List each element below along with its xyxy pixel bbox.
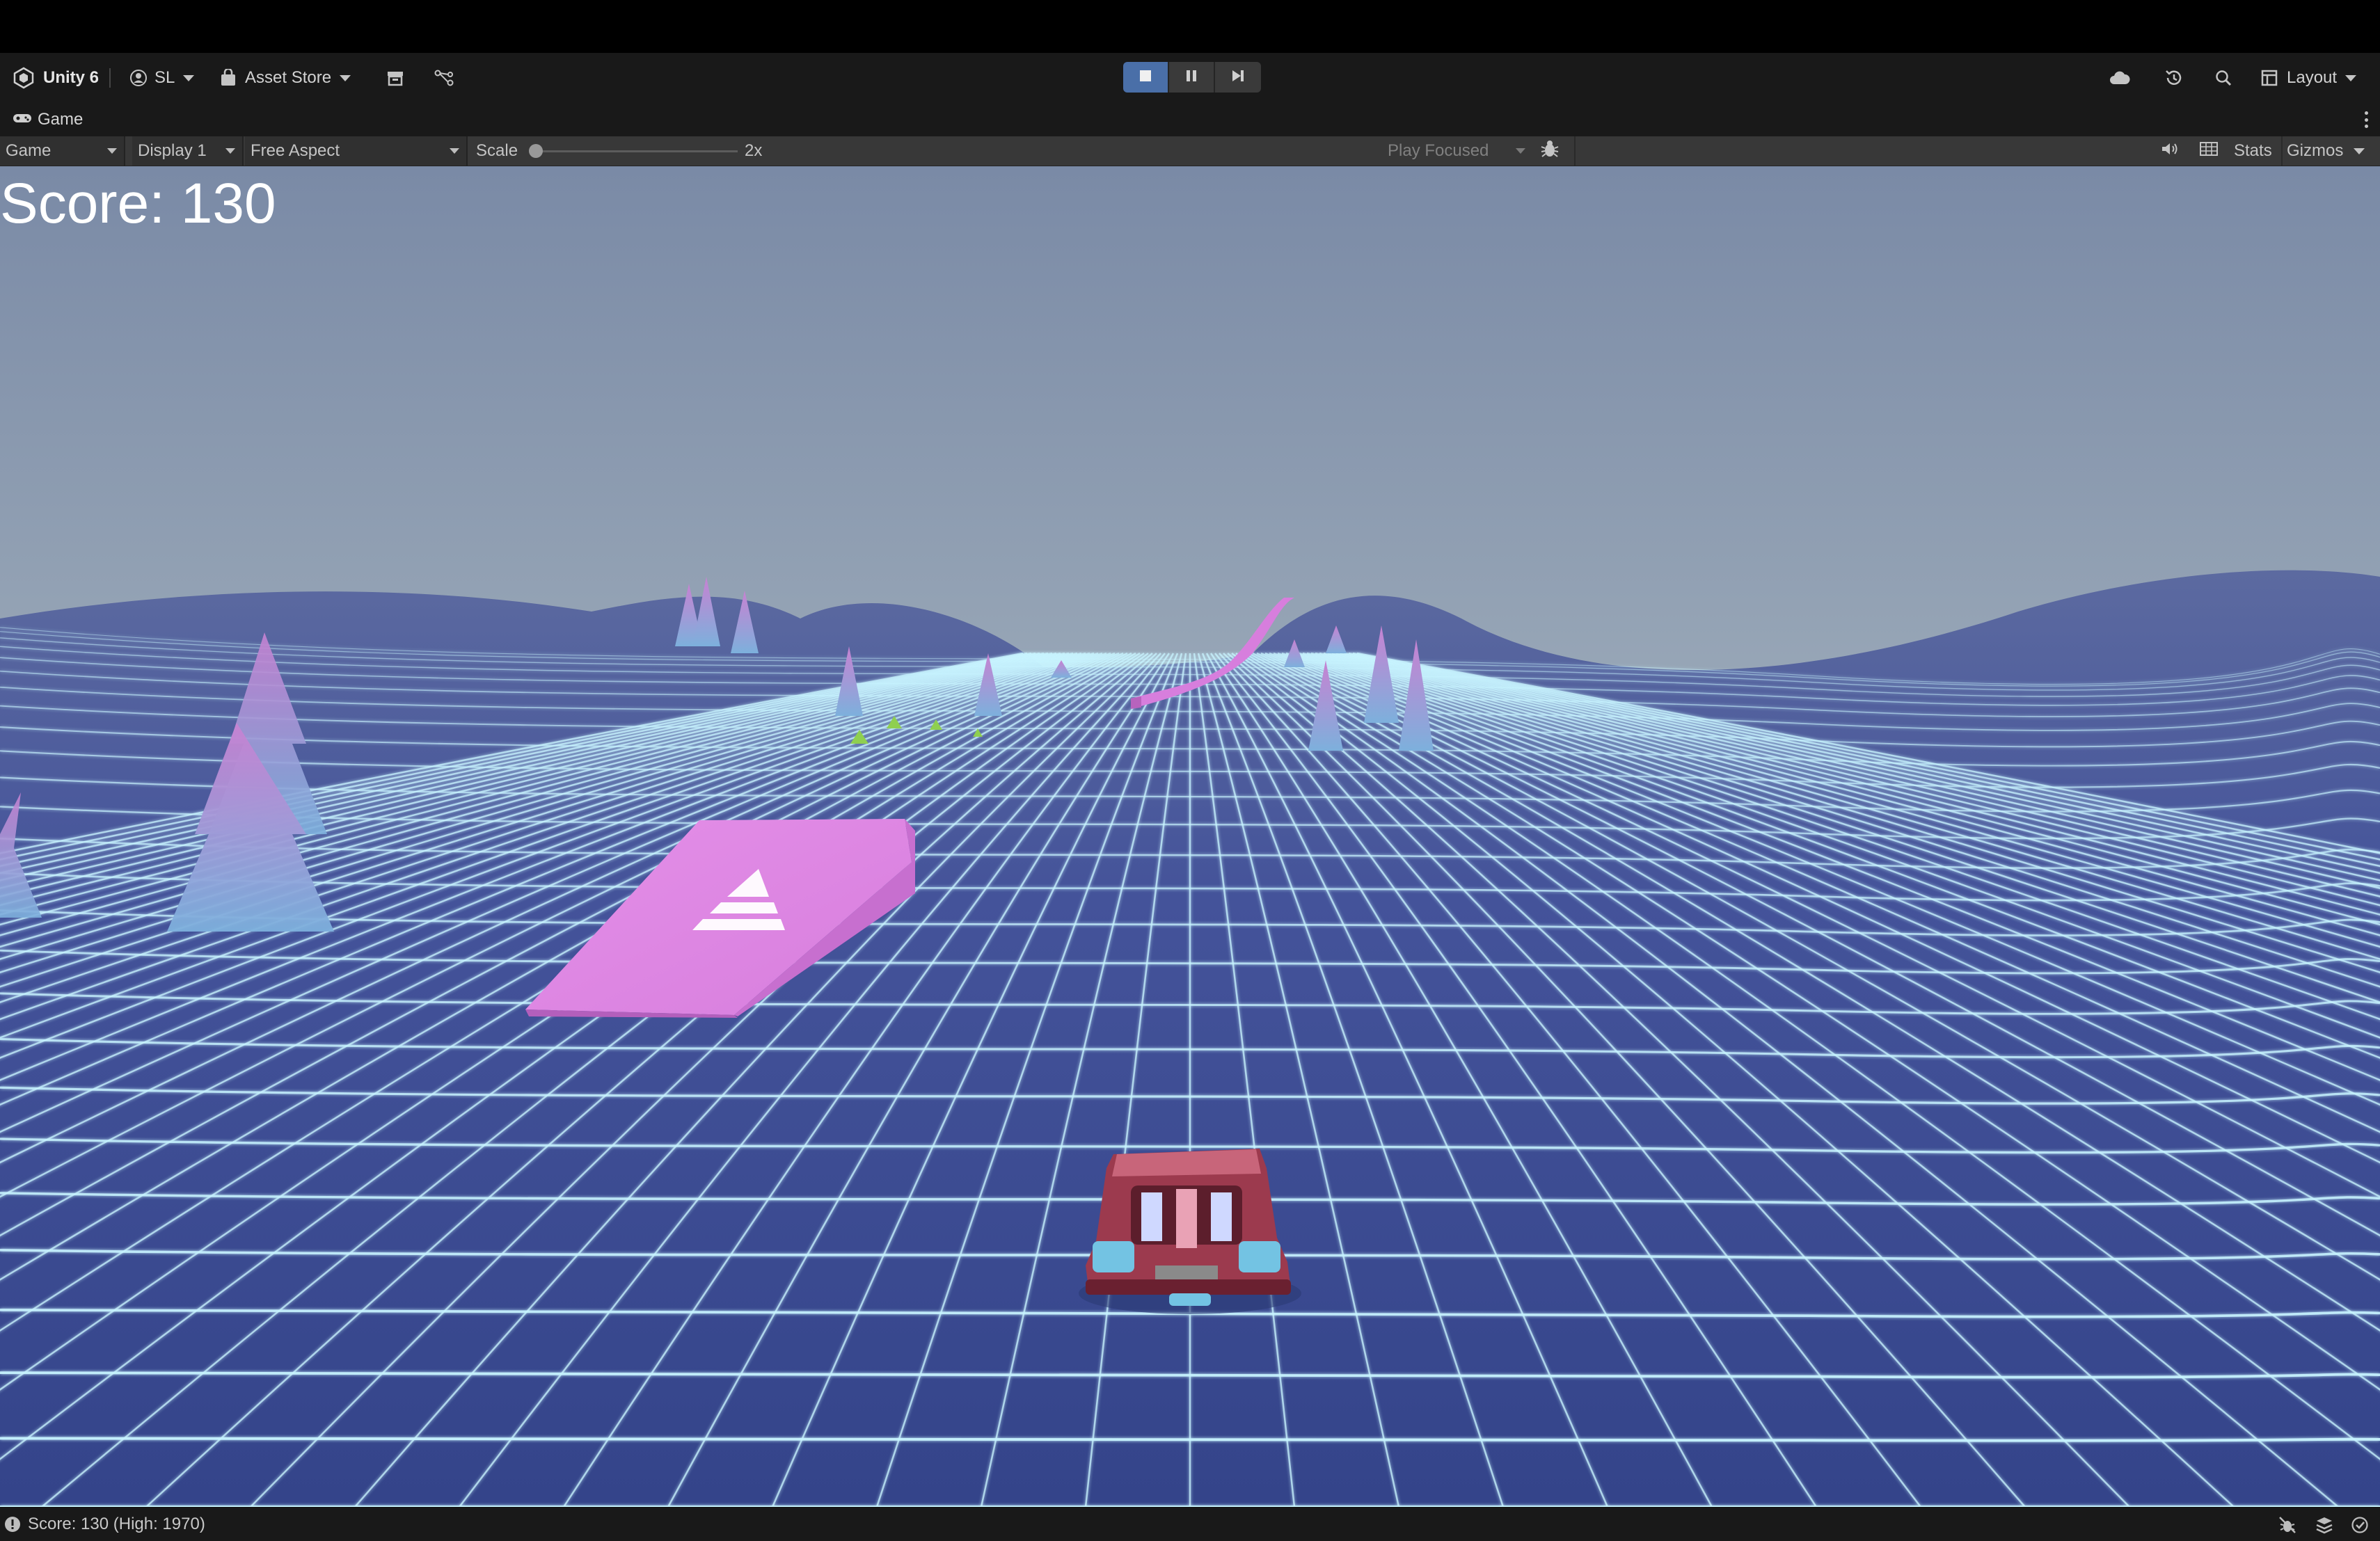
- scale-slider-handle[interactable]: [529, 144, 543, 158]
- play-controls: [1123, 62, 1261, 93]
- aspect-label: Free Aspect: [251, 141, 340, 160]
- gamepad-icon: [13, 110, 32, 129]
- search-icon: [2214, 69, 2232, 87]
- chevron-down-icon: [183, 74, 195, 81]
- debug-icon[interactable]: [2278, 1516, 2296, 1538]
- stack-icon[interactable]: [2315, 1516, 2334, 1538]
- tab-game[interactable]: Game: [13, 103, 83, 136]
- toolbar-divider: [109, 68, 111, 88]
- bug-icon: [1539, 138, 1560, 164]
- unity-version-label: Unity 6: [43, 68, 100, 87]
- layout-icon: [2260, 69, 2278, 87]
- cloud-button[interactable]: [2109, 53, 2131, 103]
- account-label: SL: [154, 68, 175, 87]
- package-icon: [386, 70, 404, 86]
- unity-menu[interactable]: Unity 6: [13, 53, 99, 103]
- scale-slider-track[interactable]: [536, 150, 738, 152]
- chevron-down-icon: [225, 148, 235, 154]
- view-type-dropdown[interactable]: Game: [0, 136, 125, 166]
- tab-game-label: Game: [38, 110, 84, 129]
- status-bar: Score: 130 (High: 1970): [0, 1507, 2380, 1541]
- game-tab-header: Game: [0, 103, 2380, 136]
- gizmos-dropdown[interactable]: [2354, 136, 2365, 166]
- chevron-down-icon: [340, 74, 351, 81]
- window-top-bar: [0, 0, 2380, 53]
- game-view-toolbar: Game Display 1 Free Aspect Scale 2x Play…: [0, 136, 2380, 166]
- version-control-icon: [434, 70, 454, 86]
- chevron-down-icon: [2345, 74, 2357, 81]
- chevron-down-icon: [107, 148, 117, 154]
- layout-label: Layout: [2287, 68, 2338, 87]
- asset-store-icon: [220, 69, 237, 87]
- layout-dropdown[interactable]: Layout: [2260, 53, 2357, 103]
- info-icon[interactable]: [4, 1516, 21, 1536]
- score-display: Score: 130: [0, 172, 276, 235]
- cloud-icon: [2109, 70, 2131, 86]
- asset-store-label: Asset Store: [245, 68, 332, 87]
- chevron-down-icon: [450, 148, 459, 154]
- toolbar-divider: [1574, 136, 1576, 166]
- mute-audio-button[interactable]: [2160, 136, 2180, 166]
- stats-button[interactable]: Stats: [2234, 136, 2272, 166]
- account-dropdown[interactable]: SL: [129, 53, 195, 103]
- grid-toggle-button[interactable]: [2199, 136, 2219, 166]
- pause-icon: [1185, 70, 1198, 86]
- kebab-menu-icon[interactable]: [2365, 111, 2369, 128]
- step-icon: [1231, 70, 1245, 86]
- toolbar-divider: [2281, 136, 2283, 166]
- stop-button[interactable]: [1123, 62, 1169, 93]
- view-type-label: Game: [6, 141, 51, 160]
- frame-debugger-button[interactable]: [1539, 136, 1560, 166]
- stop-icon: [1139, 70, 1152, 86]
- package-button[interactable]: [386, 53, 404, 103]
- scale-label: Scale: [476, 141, 518, 160]
- unity-logo-icon: [13, 67, 35, 89]
- gizmos-button[interactable]: Gizmos: [2287, 136, 2343, 166]
- chevron-down-icon: [1516, 148, 1525, 154]
- game-scene: [0, 166, 2380, 1507]
- version-control-button[interactable]: [434, 53, 454, 103]
- step-button[interactable]: [1215, 62, 1261, 93]
- game-viewport[interactable]: [0, 166, 2380, 1507]
- play-mode-label: Play Focused: [1388, 141, 1489, 160]
- history-button[interactable]: [2164, 53, 2184, 103]
- search-button[interactable]: [2214, 53, 2232, 103]
- pause-button[interactable]: [1169, 62, 1215, 93]
- play-mode-dropdown[interactable]: Play Focused: [1382, 136, 1532, 166]
- chevron-down-icon: [2354, 147, 2365, 154]
- console-last-message[interactable]: Score: 130 (High: 1970): [28, 1508, 205, 1541]
- scale-value: 2x: [745, 141, 763, 160]
- grid-icon: [2199, 141, 2219, 162]
- account-icon: [129, 69, 148, 87]
- display-label: Display 1: [138, 141, 207, 160]
- display-dropdown[interactable]: Display 1: [132, 136, 244, 166]
- audio-icon: [2160, 141, 2180, 162]
- asset-store-dropdown[interactable]: Asset Store: [220, 53, 351, 103]
- aspect-dropdown[interactable]: Free Aspect: [245, 136, 468, 166]
- history-icon: [2164, 68, 2184, 88]
- check-icon[interactable]: [2351, 1516, 2369, 1538]
